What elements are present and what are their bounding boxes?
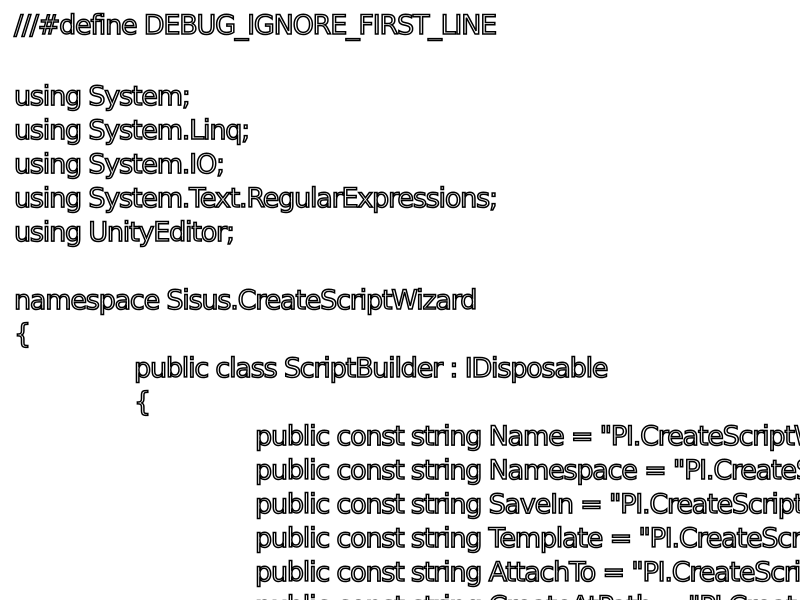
code-line[interactable]: using System.Linq; [13, 114, 251, 148]
code-line[interactable]: public const string Namespace = "PI.Crea… [254, 454, 800, 488]
code-line[interactable]: using System.Text.RegularExpressions; [13, 182, 499, 216]
code-line[interactable]: using UnityEditor; [13, 216, 236, 250]
code-line[interactable]: public const string Name = "PI.CreateScr… [254, 420, 800, 454]
code-line[interactable]: public const string SaveIn = "PI.CreateS… [254, 488, 800, 522]
code-line[interactable]: public class ScriptBuilder : IDisposable [133, 352, 609, 386]
code-line[interactable]: ///#define DEBUG_IGNORE_FIRST_LINE [13, 9, 498, 43]
code-line[interactable]: public const string Template = "PI.Creat… [254, 522, 800, 556]
code-line[interactable]: { [133, 386, 152, 420]
code-line[interactable]: { [13, 318, 32, 352]
code-line[interactable]: public const string CreateAtPath = "PI.C… [254, 590, 800, 600]
code-line[interactable]: namespace Sisus.CreateScriptWizard [13, 284, 478, 318]
code-line[interactable]: public const string AttachTo = "PI.Creat… [254, 556, 800, 590]
code-line[interactable]: using System; [13, 80, 191, 114]
code-line[interactable]: using System.IO; [13, 148, 226, 182]
code-editor[interactable]: ///#define DEBUG_IGNORE_FIRST_LINE using… [0, 0, 800, 600]
